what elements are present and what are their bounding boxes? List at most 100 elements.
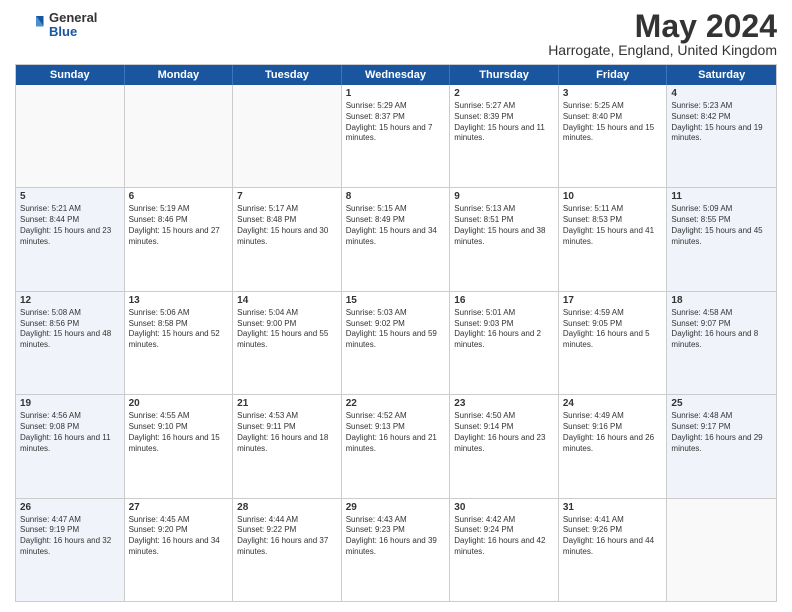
day-number: 18 <box>671 295 772 306</box>
day-info: Sunrise: 5:04 AM Sunset: 9:00 PM Dayligh… <box>237 308 337 351</box>
day-number: 8 <box>346 191 446 202</box>
day-info: Sunrise: 5:29 AM Sunset: 8:37 PM Dayligh… <box>346 101 446 144</box>
day-number: 1 <box>346 88 446 99</box>
day-number: 24 <box>563 398 663 409</box>
day-info: Sunrise: 4:48 AM Sunset: 9:17 PM Dayligh… <box>671 411 772 454</box>
calendar-body: 1 Sunrise: 5:29 AM Sunset: 8:37 PM Daylig… <box>16 85 776 601</box>
day-cell-22: 22 Sunrise: 4:52 AM Sunset: 9:13 PM Dayli… <box>342 395 451 497</box>
day-number: 14 <box>237 295 337 306</box>
day-info: Sunrise: 5:15 AM Sunset: 8:49 PM Dayligh… <box>346 204 446 247</box>
day-cell-7: 7 Sunrise: 5:17 AM Sunset: 8:48 PM Daylig… <box>233 188 342 290</box>
header: General Blue May 2024 Harrogate, England… <box>15 10 777 58</box>
day-cell-11: 11 Sunrise: 5:09 AM Sunset: 8:55 PM Dayli… <box>667 188 776 290</box>
day-info: Sunrise: 4:41 AM Sunset: 9:26 PM Dayligh… <box>563 515 663 558</box>
day-cell-31: 31 Sunrise: 4:41 AM Sunset: 9:26 PM Dayli… <box>559 499 668 601</box>
day-cell-19: 19Sunrise: 4:56 AM Sunset: 9:08 PM Dayli… <box>16 395 125 497</box>
day-info: Sunrise: 5:03 AM Sunset: 9:02 PM Dayligh… <box>346 308 446 351</box>
logo-icon <box>15 10 45 40</box>
day-number: 4 <box>671 88 772 99</box>
day-cell-29: 29 Sunrise: 4:43 AM Sunset: 9:23 PM Dayli… <box>342 499 451 601</box>
day-number: 5 <box>20 191 120 202</box>
day-cell-20: 20 Sunrise: 4:55 AM Sunset: 9:10 PM Dayli… <box>125 395 234 497</box>
day-number: 28 <box>237 502 337 513</box>
day-info: Sunrise: 4:44 AM Sunset: 9:22 PM Dayligh… <box>237 515 337 558</box>
day-info: Sunrise: 4:50 AM Sunset: 9:14 PM Dayligh… <box>454 411 554 454</box>
day-info: Sunrise: 4:59 AM Sunset: 9:05 PM Dayligh… <box>563 308 663 351</box>
day-info: Sunrise: 5:08 AM Sunset: 8:56 PM Dayligh… <box>20 308 120 351</box>
day-cell-12: 12 Sunrise: 5:08 AM Sunset: 8:56 PM Dayli… <box>16 292 125 394</box>
day-info: Sunrise: 5:06 AM Sunset: 8:58 PM Dayligh… <box>129 308 229 351</box>
day-cell-10: 10 Sunrise: 5:11 AM Sunset: 8:53 PM Dayli… <box>559 188 668 290</box>
day-cell-3: 3Sunrise: 5:25 AM Sunset: 8:40 PM Daylig… <box>559 85 668 187</box>
day-number: 31 <box>563 502 663 513</box>
day-number: 9 <box>454 191 554 202</box>
day-info: Sunrise: 5:17 AM Sunset: 8:48 PM Dayligh… <box>237 204 337 247</box>
day-cell-26: 26Sunrise: 4:47 AM Sunset: 9:19 PM Dayli… <box>16 499 125 601</box>
day-cell-30: 30 Sunrise: 4:42 AM Sunset: 9:24 PM Dayli… <box>450 499 559 601</box>
day-number: 13 <box>129 295 229 306</box>
day-info: Sunrise: 5:19 AM Sunset: 8:46 PM Dayligh… <box>129 204 229 247</box>
day-cell-1: 1 Sunrise: 5:29 AM Sunset: 8:37 PM Daylig… <box>342 85 451 187</box>
day-info: Sunrise: 5:13 AM Sunset: 8:51 PM Dayligh… <box>454 204 554 247</box>
header-day-wednesday: Wednesday <box>342 65 451 85</box>
empty-cell <box>233 85 342 187</box>
empty-cell <box>16 85 125 187</box>
day-info: Sunrise: 5:01 AM Sunset: 9:03 PM Dayligh… <box>454 308 554 351</box>
day-number: 20 <box>129 398 229 409</box>
week-row-4: 19Sunrise: 4:56 AM Sunset: 9:08 PM Dayli… <box>16 395 776 498</box>
day-number: 3 <box>563 88 663 99</box>
day-info: Sunrise: 5:11 AM Sunset: 8:53 PM Dayligh… <box>563 204 663 247</box>
day-cell-8: 8 Sunrise: 5:15 AM Sunset: 8:49 PM Daylig… <box>342 188 451 290</box>
day-number: 11 <box>671 191 772 202</box>
day-number: 27 <box>129 502 229 513</box>
day-info: Sunrise: 4:42 AM Sunset: 9:24 PM Dayligh… <box>454 515 554 558</box>
day-info: Sunrise: 4:43 AM Sunset: 9:23 PM Dayligh… <box>346 515 446 558</box>
day-number: 22 <box>346 398 446 409</box>
day-number: 7 <box>237 191 337 202</box>
empty-cell <box>667 499 776 601</box>
day-number: 16 <box>454 295 554 306</box>
day-cell-28: 28 Sunrise: 4:44 AM Sunset: 9:22 PM Dayli… <box>233 499 342 601</box>
day-number: 29 <box>346 502 446 513</box>
week-row-5: 26Sunrise: 4:47 AM Sunset: 9:19 PM Dayli… <box>16 499 776 601</box>
day-cell-27: 27 Sunrise: 4:45 AM Sunset: 9:20 PM Dayli… <box>125 499 234 601</box>
empty-cell <box>125 85 234 187</box>
day-cell-18: 18 Sunrise: 4:58 AM Sunset: 9:07 PM Dayli… <box>667 292 776 394</box>
day-info: Sunrise: 5:09 AM Sunset: 8:55 PM Dayligh… <box>671 204 772 247</box>
day-info: Sunrise: 4:58 AM Sunset: 9:07 PM Dayligh… <box>671 308 772 351</box>
day-number: 30 <box>454 502 554 513</box>
day-info: Sunrise: 5:27 AM Sunset: 8:39 PM Dayligh… <box>454 101 554 144</box>
day-cell-13: 13 Sunrise: 5:06 AM Sunset: 8:58 PM Dayli… <box>125 292 234 394</box>
logo-general-text: General <box>49 11 97 25</box>
day-number: 26 <box>20 502 120 513</box>
day-cell-15: 15 Sunrise: 5:03 AM Sunset: 9:02 PM Dayli… <box>342 292 451 394</box>
day-number: 25 <box>671 398 772 409</box>
week-row-2: 5Sunrise: 5:21 AM Sunset: 8:44 PM Daylig… <box>16 188 776 291</box>
day-number: 17 <box>563 295 663 306</box>
month-title: May 2024 <box>548 10 777 42</box>
day-number: 6 <box>129 191 229 202</box>
day-number: 15 <box>346 295 446 306</box>
day-info: Sunrise: 4:45 AM Sunset: 9:20 PM Dayligh… <box>129 515 229 558</box>
day-cell-17: 17 Sunrise: 4:59 AM Sunset: 9:05 PM Dayli… <box>559 292 668 394</box>
header-day-sunday: Sunday <box>16 65 125 85</box>
page: General Blue May 2024 Harrogate, England… <box>0 0 792 612</box>
logo: General Blue <box>15 10 97 40</box>
day-cell-6: 6 Sunrise: 5:19 AM Sunset: 8:46 PM Daylig… <box>125 188 234 290</box>
day-cell-23: 23Sunrise: 4:50 AM Sunset: 9:14 PM Dayli… <box>450 395 559 497</box>
day-number: 10 <box>563 191 663 202</box>
day-info: Sunrise: 4:52 AM Sunset: 9:13 PM Dayligh… <box>346 411 446 454</box>
day-info: Sunrise: 4:56 AM Sunset: 9:08 PM Dayligh… <box>20 411 120 454</box>
day-cell-2: 2Sunrise: 5:27 AM Sunset: 8:39 PM Daylig… <box>450 85 559 187</box>
day-cell-24: 24Sunrise: 4:49 AM Sunset: 9:16 PM Dayli… <box>559 395 668 497</box>
day-number: 12 <box>20 295 120 306</box>
day-cell-9: 9 Sunrise: 5:13 AM Sunset: 8:51 PM Daylig… <box>450 188 559 290</box>
calendar: SundayMondayTuesdayWednesdayThursdayFrid… <box>15 64 777 602</box>
day-info: Sunrise: 5:23 AM Sunset: 8:42 PM Dayligh… <box>671 101 772 144</box>
title-section: May 2024 Harrogate, England, United King… <box>548 10 777 58</box>
day-info: Sunrise: 4:55 AM Sunset: 9:10 PM Dayligh… <box>129 411 229 454</box>
week-row-3: 12 Sunrise: 5:08 AM Sunset: 8:56 PM Dayli… <box>16 292 776 395</box>
day-cell-5: 5Sunrise: 5:21 AM Sunset: 8:44 PM Daylig… <box>16 188 125 290</box>
day-cell-14: 14 Sunrise: 5:04 AM Sunset: 9:00 PM Dayli… <box>233 292 342 394</box>
location: Harrogate, England, United Kingdom <box>548 42 777 58</box>
